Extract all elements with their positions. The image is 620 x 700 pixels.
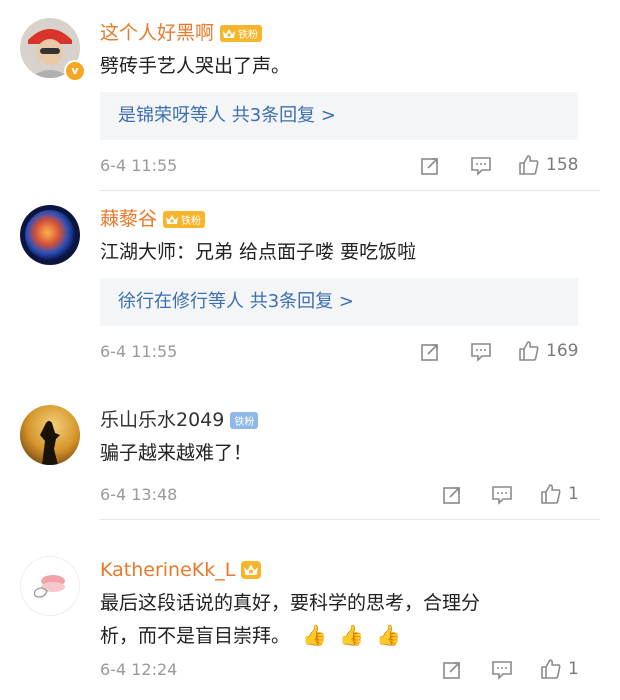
- thumbs-up-emoji: 👍: [339, 623, 364, 647]
- fan-badge-label: 铁粉: [181, 215, 202, 227]
- avatar[interactable]: [20, 556, 80, 616]
- share-button[interactable]: [442, 659, 462, 681]
- share-icon: [421, 158, 438, 175]
- thumbs-up-emoji: 👍: [302, 623, 327, 647]
- timestamp: 6-4 11:55: [100, 156, 178, 175]
- username[interactable]: 这个人好黑啊: [100, 20, 214, 46]
- comment-button[interactable]: [470, 341, 492, 363]
- comment-button[interactable]: [491, 659, 513, 681]
- like-button[interactable]: 1: [540, 658, 579, 680]
- like-icon: [541, 659, 561, 679]
- fan-badge: 铁粉: [163, 210, 206, 228]
- username[interactable]: KatherineKk_L: [100, 557, 235, 583]
- like-button[interactable]: 1: [540, 483, 579, 505]
- username[interactable]: 乐山乐水2049: [100, 407, 224, 433]
- comment-text: 最后这段话说的真好，要科学的思考，合理分 析，而不是盲目崇拜。 👍 👍 👍: [100, 587, 590, 652]
- comment-button[interactable]: [470, 155, 492, 177]
- fan-badge: 铁粉: [220, 24, 263, 42]
- crown-badge-icon: [241, 561, 262, 579]
- comment-text-line2: 析，而不是盲目崇拜。: [100, 625, 291, 647]
- share-button[interactable]: [442, 484, 462, 506]
- crown-icon: [222, 27, 236, 40]
- comment-text-line2-row: 析，而不是盲目崇拜。 👍 👍 👍: [100, 619, 590, 652]
- fan-badge: 铁粉: [230, 411, 259, 429]
- comment-text: 江湖大师：兄弟 给点面子喽 要吃饭啦: [100, 241, 417, 263]
- share-icon: [421, 344, 438, 361]
- like-count: 1: [568, 484, 579, 504]
- divider: [100, 519, 600, 520]
- thumbs-up-emoji: 👍: [375, 623, 401, 647]
- comment-text: 劈砖手艺人哭出了声。: [100, 55, 291, 77]
- avatar-image: [20, 405, 80, 465]
- like-icon: [541, 484, 561, 504]
- reply-summary[interactable]: 徐行在修行等人 共3条回复 >: [100, 278, 578, 326]
- share-icon: [443, 662, 460, 679]
- timestamp: 6-4 12:24: [100, 660, 178, 679]
- reply-summary[interactable]: 是锦荣呀等人 共3条回复 >: [100, 92, 578, 140]
- like-icon: [519, 155, 539, 175]
- comment-text-line1: 最后这段话说的真好，要科学的思考，合理分: [100, 592, 481, 614]
- fan-badge-label: 铁粉: [238, 29, 259, 41]
- comment-icon: [471, 343, 491, 362]
- avatar-image: [21, 557, 79, 615]
- share-icon: [443, 487, 460, 504]
- timestamp: 6-4 13:48: [100, 485, 178, 504]
- divider: [100, 190, 600, 191]
- avatar-image: [20, 205, 80, 265]
- like-count: 158: [546, 155, 579, 175]
- avatar[interactable]: [20, 205, 80, 265]
- like-button[interactable]: 169: [518, 340, 578, 362]
- fan-badge-label: 铁粉: [234, 416, 255, 428]
- share-button[interactable]: [420, 155, 440, 177]
- comment-icon: [492, 661, 512, 680]
- avatar[interactable]: [20, 405, 80, 465]
- timestamp: 6-4 11:55: [100, 342, 178, 361]
- like-icon: [519, 341, 539, 361]
- crown-icon: [165, 213, 179, 226]
- username[interactable]: 蕀藜谷: [100, 206, 157, 232]
- comment-text: 骗子越来越难了！: [100, 442, 253, 464]
- like-count: 169: [546, 341, 579, 361]
- comment-icon: [492, 486, 512, 505]
- like-count: 1: [568, 659, 579, 679]
- verified-badge: v: [64, 60, 86, 82]
- like-button[interactable]: 158: [518, 154, 578, 176]
- comment-icon: [471, 157, 491, 176]
- share-button[interactable]: [420, 341, 440, 363]
- comment-button[interactable]: [491, 484, 513, 506]
